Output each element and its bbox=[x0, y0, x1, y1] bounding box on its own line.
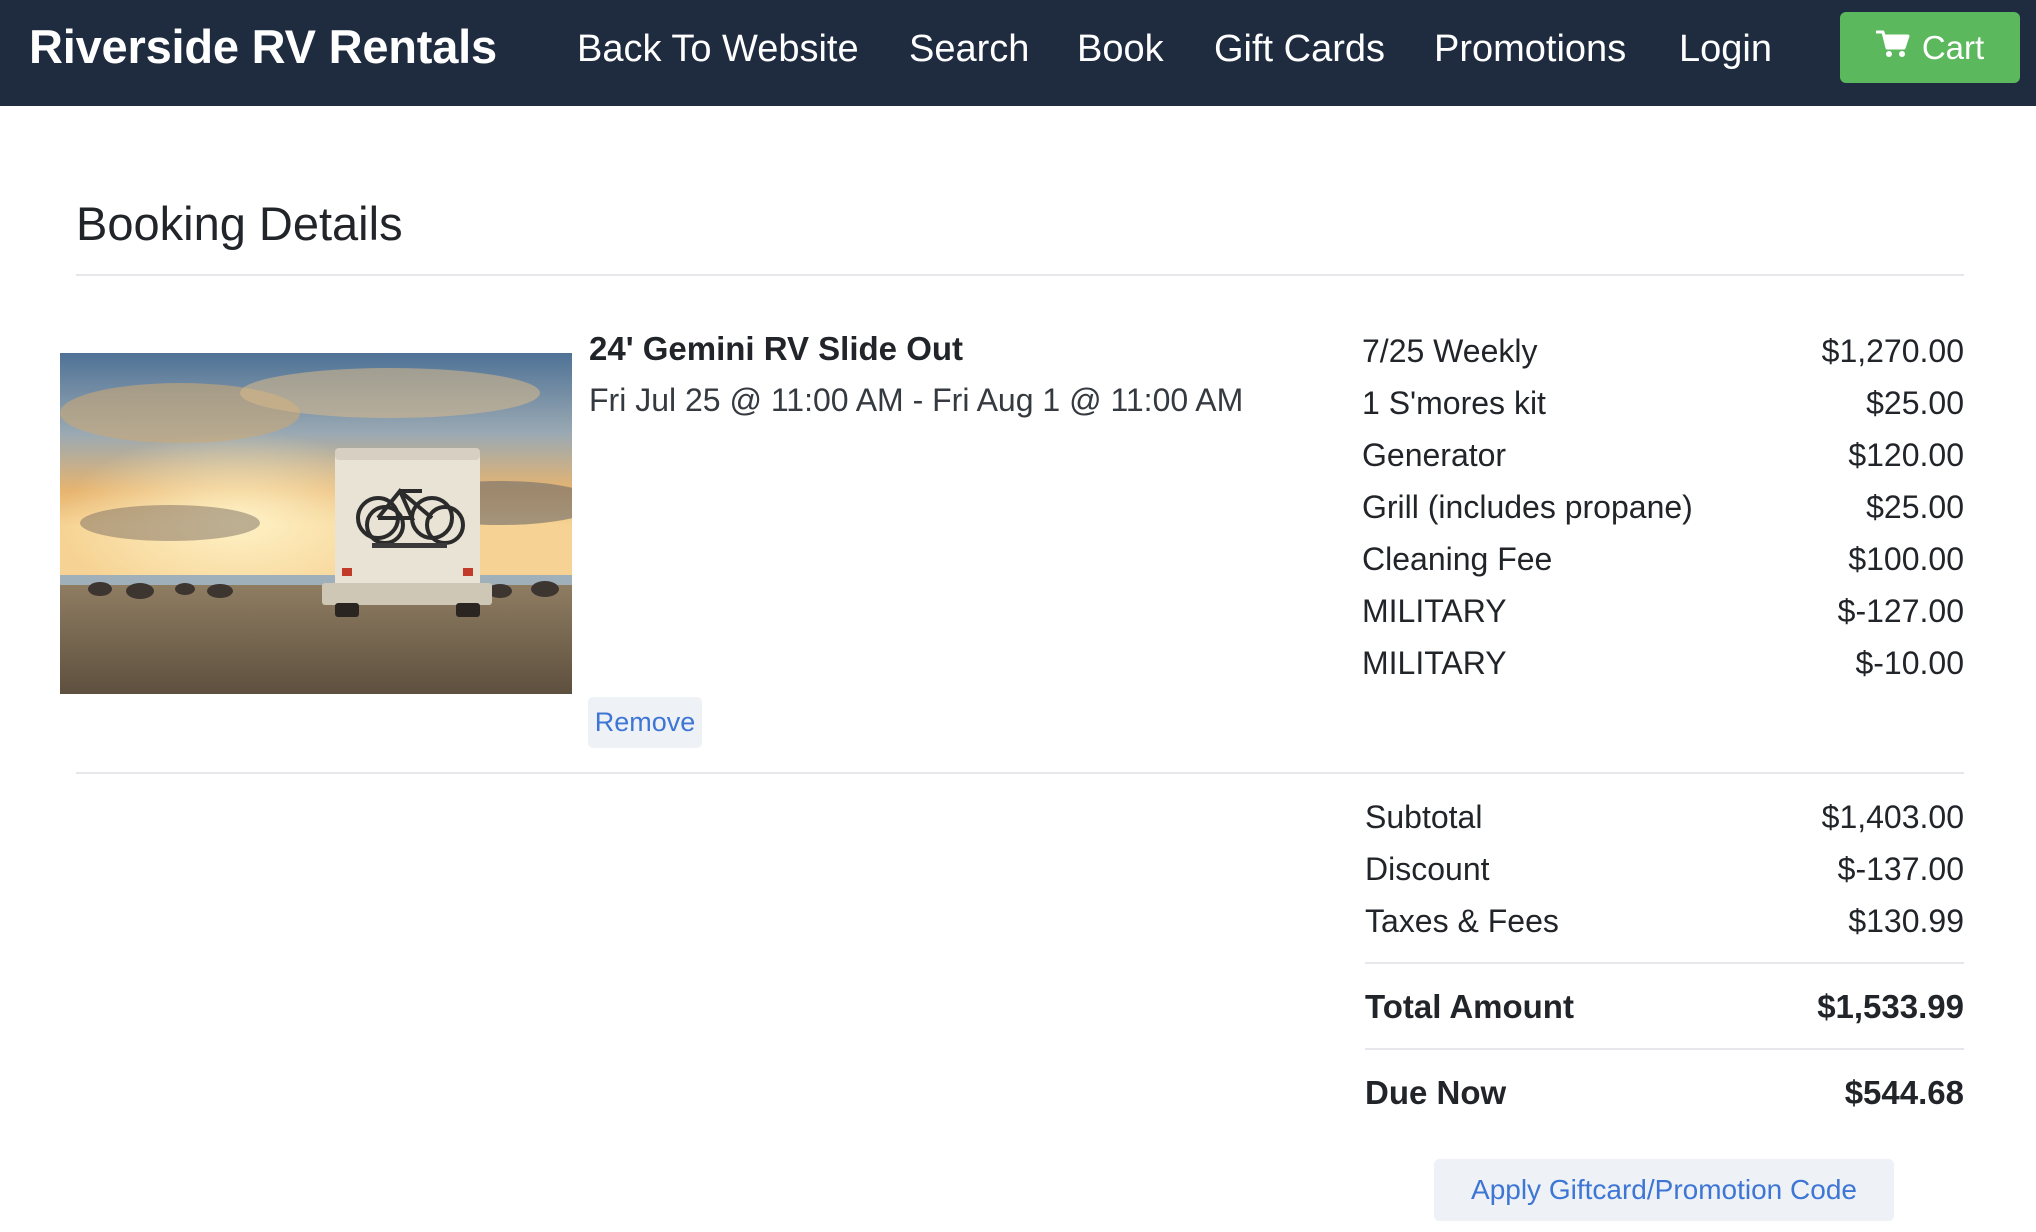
total-label: Total Amount bbox=[1365, 988, 1574, 1025]
top-navbar: Riverside RV Rentals Back To Website Sea… bbox=[0, 0, 2036, 106]
taxes-amount: $130.99 bbox=[1848, 903, 1964, 939]
due-now-label: Due Now bbox=[1365, 1074, 1507, 1111]
cart-button[interactable]: Cart bbox=[1840, 12, 2020, 83]
nav-login[interactable]: Login bbox=[1679, 0, 1772, 98]
subtotal-row: Subtotal $1,403.00 bbox=[1365, 791, 1964, 843]
apply-promo-button[interactable]: Apply Giftcard/Promotion Code bbox=[1434, 1159, 1894, 1221]
rv-photo bbox=[60, 353, 572, 694]
line-item-amount: $-10.00 bbox=[1855, 645, 1964, 681]
line-item-label: MILITARY bbox=[1362, 645, 1507, 681]
remove-button[interactable]: Remove bbox=[588, 697, 702, 748]
nav-book[interactable]: Book bbox=[1077, 0, 1164, 98]
total-row: Total Amount $1,533.99 bbox=[1365, 981, 1964, 1033]
rental-dates: Fri Jul 25 @ 11:00 AM - Fri Aug 1 @ 11:0… bbox=[589, 382, 1244, 418]
line-item-amount: $-127.00 bbox=[1837, 593, 1964, 629]
line-item: Generator $120.00 bbox=[1362, 429, 1964, 481]
line-item-amount: $25.00 bbox=[1866, 489, 1964, 525]
line-item: Grill (includes propane) $25.00 bbox=[1362, 481, 1964, 533]
nav-search[interactable]: Search bbox=[909, 0, 1029, 98]
page-title: Booking Details bbox=[76, 197, 403, 250]
line-item-amount: $1,270.00 bbox=[1821, 333, 1964, 369]
taxes-label: Taxes & Fees bbox=[1365, 903, 1559, 939]
line-item-label: Grill (includes propane) bbox=[1362, 489, 1693, 525]
title-divider bbox=[76, 274, 1964, 276]
subtotal-label: Subtotal bbox=[1365, 799, 1483, 835]
items-divider bbox=[76, 772, 1964, 774]
line-item: Cleaning Fee $100.00 bbox=[1362, 533, 1964, 585]
line-item: 7/25 Weekly $1,270.00 bbox=[1362, 325, 1964, 377]
shopping-cart-icon bbox=[1875, 29, 1910, 67]
due-now-row: Due Now $544.68 bbox=[1365, 1067, 1964, 1119]
discount-row: Discount $-137.00 bbox=[1365, 843, 1964, 895]
taxes-row: Taxes & Fees $130.99 bbox=[1365, 895, 1964, 947]
line-item-label: MILITARY bbox=[1362, 593, 1507, 629]
rv-name[interactable]: 24' Gemini RV Slide Out bbox=[589, 330, 963, 368]
due-divider bbox=[1365, 1048, 1964, 1050]
cart-label: Cart bbox=[1921, 28, 1985, 66]
discount-label: Discount bbox=[1365, 851, 1490, 887]
line-item: MILITARY $-10.00 bbox=[1362, 637, 1964, 689]
total-divider bbox=[1365, 962, 1964, 964]
brand-logo[interactable]: Riverside RV Rentals bbox=[29, 0, 497, 94]
line-item-amount: $100.00 bbox=[1848, 541, 1964, 577]
discount-amount: $-137.00 bbox=[1837, 851, 1964, 887]
line-item: MILITARY $-127.00 bbox=[1362, 585, 1964, 637]
subtotal-amount: $1,403.00 bbox=[1821, 799, 1964, 835]
line-item-label: Cleaning Fee bbox=[1362, 541, 1553, 577]
total-amount: $1,533.99 bbox=[1817, 988, 1964, 1025]
due-now-amount: $544.68 bbox=[1844, 1074, 1964, 1111]
line-item-label: Generator bbox=[1362, 437, 1507, 473]
line-item-label: 1 S'mores kit bbox=[1362, 385, 1546, 421]
line-item: 1 S'mores kit $25.00 bbox=[1362, 377, 1964, 429]
nav-promotions[interactable]: Promotions bbox=[1434, 0, 1626, 98]
line-item-amount: $120.00 bbox=[1848, 437, 1964, 473]
nav-back-to-website[interactable]: Back To Website bbox=[577, 0, 859, 98]
nav-gift-cards[interactable]: Gift Cards bbox=[1214, 0, 1385, 98]
line-item-label: 7/25 Weekly bbox=[1362, 333, 1538, 369]
line-item-amount: $25.00 bbox=[1866, 385, 1964, 421]
